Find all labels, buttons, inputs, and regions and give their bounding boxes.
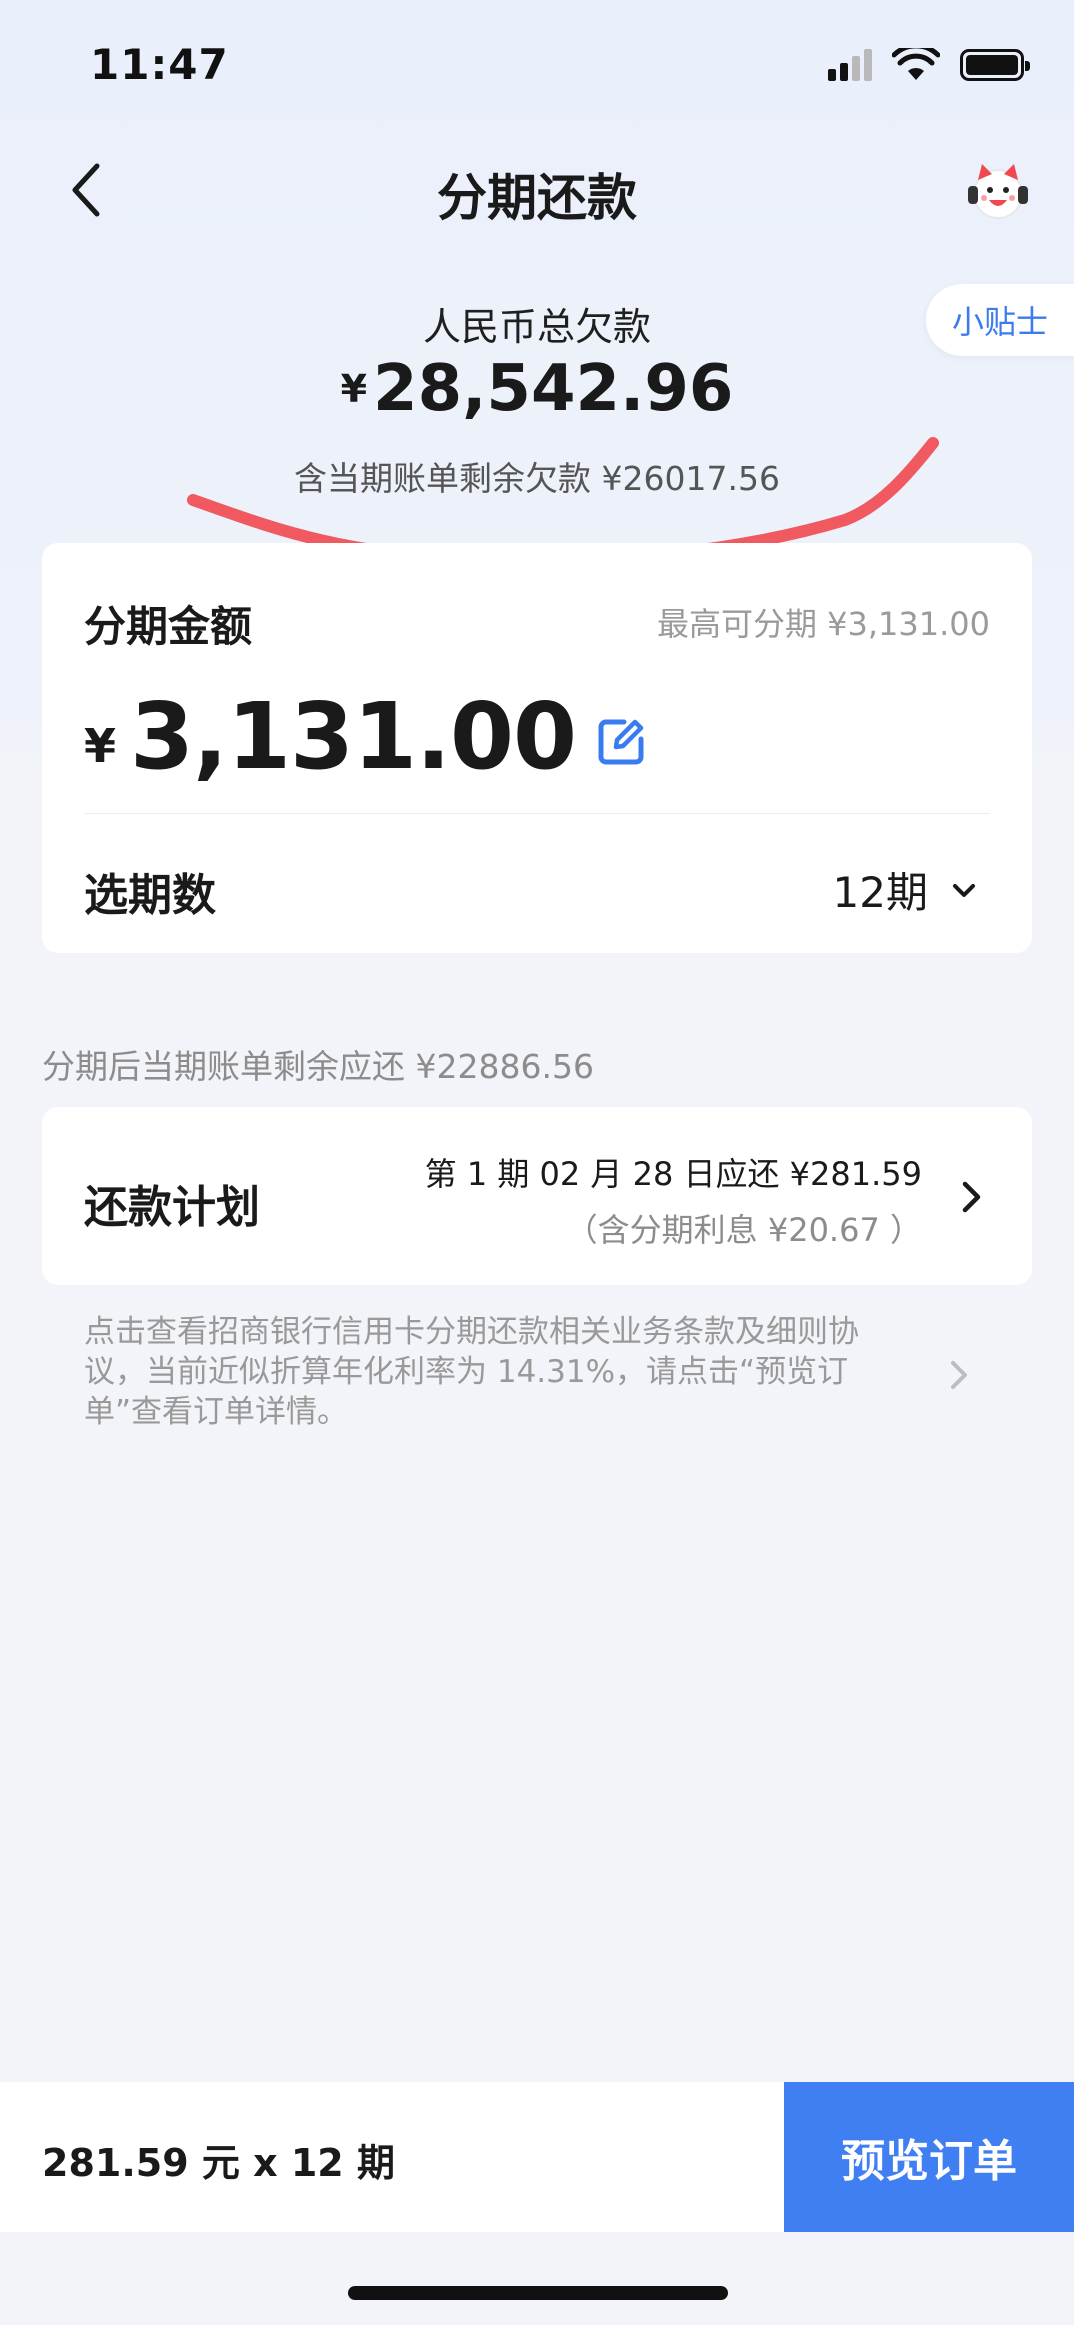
total-debt-amount: ¥28,542.96 <box>0 352 1074 426</box>
status-bar: 11:47 <box>0 0 1074 135</box>
total-debt-label: 人民币总欠款 <box>422 305 651 349</box>
status-icons <box>828 48 1030 82</box>
currency-symbol: ¥ <box>340 367 368 411</box>
divider <box>84 813 990 814</box>
nav-bar: 分期还款 <box>0 140 1074 240</box>
installment-interest: （含分期利息 ¥20.67 ） <box>565 1211 922 1249</box>
page-title: 分期还款 <box>437 169 637 227</box>
period-select-value: 12期 <box>832 868 928 917</box>
currency-symbol: ¥ <box>84 718 117 773</box>
preview-order-button[interactable]: 预览订单 <box>784 2082 1074 2232</box>
installment-amount-label: 分期金额 <box>84 602 253 651</box>
chevron-right-icon <box>962 1181 981 1213</box>
installment-amount-card: 分期金额 最高可分期 ¥3,131.00 ¥ 3,131.00 选期数 12期 <box>42 543 1032 953</box>
customer-service-mascot-icon[interactable] <box>962 154 1034 226</box>
total-debt-value: 28,542.96 <box>373 352 734 426</box>
period-select-label: 选期数 <box>84 870 216 921</box>
first-installment-due: 第 1 期 02 月 28 日应还 ¥281.59 <box>424 1155 922 1193</box>
chevron-down-icon <box>953 883 975 897</box>
remaining-after-installment: 分期后当期账单剩余应还 ¥22886.56 <box>42 1047 594 1086</box>
battery-icon <box>960 49 1030 81</box>
wifi-icon <box>892 48 940 80</box>
installment-amount-number: 3,131.00 <box>130 683 577 790</box>
bottom-bar: 281.59 元 x 12 期 预览订单 <box>0 2082 1074 2232</box>
chevron-right-icon <box>951 1361 967 1389</box>
cellular-signal-icon <box>828 49 872 81</box>
status-time: 11:47 <box>90 40 229 89</box>
repayment-plan-label: 还款计划 <box>84 1182 260 1233</box>
installment-amount-value: ¥ 3,131.00 <box>84 683 648 790</box>
page: 11:47 分期还款 小贴士 人民币总欠款 ¥28,542.96 含当期账单剩余… <box>0 0 1074 2325</box>
edit-icon[interactable] <box>594 715 648 769</box>
repayment-plan-card[interactable]: 还款计划 第 1 期 02 月 28 日应还 ¥281.59 （含分期利息 ¥2… <box>42 1107 1032 1285</box>
terms-link[interactable]: 点击查看招商银行信用卡分期还款相关业务条款及细则协议，当前近似折算年化利率为 1… <box>84 1312 914 1432</box>
period-select[interactable]: 12期 <box>833 859 978 920</box>
home-indicator[interactable] <box>348 2286 728 2300</box>
payment-summary: 281.59 元 x 12 期 <box>42 2141 395 2185</box>
max-installment-text: 最高可分期 ¥3,131.00 <box>656 605 990 643</box>
